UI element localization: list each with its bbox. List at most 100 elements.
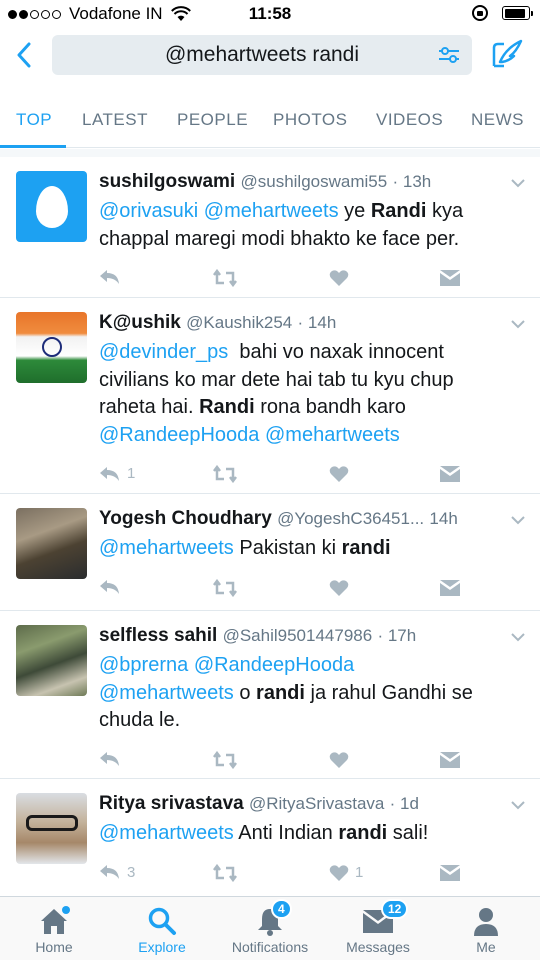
tab-videos[interactable]: VIDEOS bbox=[376, 110, 443, 130]
retweet-button[interactable] bbox=[212, 269, 244, 287]
like-button[interactable] bbox=[329, 579, 355, 597]
tab-news[interactable]: NEWS bbox=[471, 110, 524, 130]
chevron-down-icon[interactable] bbox=[510, 797, 526, 810]
person-icon bbox=[474, 908, 498, 936]
user-handle[interactable]: @YogeshC36451... bbox=[277, 509, 424, 528]
like-button[interactable] bbox=[329, 751, 355, 769]
display-name[interactable]: selfless sahil bbox=[99, 625, 217, 646]
notifications-badge: 4 bbox=[271, 899, 292, 919]
nav-me-label: Me bbox=[476, 939, 496, 955]
search-tabs: TOP LATEST PEOPLE PHOTOS VIDEOS NEWS bbox=[0, 96, 540, 148]
tweet-timestamp: 14h bbox=[429, 509, 458, 528]
tweet-card[interactable]: sushilgoswami @sushilgoswami55 · 13h @ori… bbox=[0, 157, 540, 298]
egg-icon bbox=[35, 185, 68, 228]
compose-tweet-icon[interactable] bbox=[490, 38, 524, 70]
direct-message-button[interactable] bbox=[439, 465, 461, 483]
search-input[interactable]: @mehartweets randi bbox=[52, 35, 472, 75]
tab-top[interactable]: TOP bbox=[16, 110, 52, 130]
tab-photos[interactable]: PHOTOS bbox=[273, 110, 347, 130]
like-button[interactable]: 1 bbox=[329, 864, 363, 882]
mention-link[interactable]: @mehartweets bbox=[99, 537, 234, 559]
mention-link[interactable]: @RandeepHooda bbox=[194, 654, 354, 676]
display-name[interactable]: sushilgoswami bbox=[99, 171, 235, 192]
tweet-text: @devinder_ps bahi vo naxak innocent civil… bbox=[99, 339, 519, 449]
display-name[interactable]: K@ushik bbox=[99, 312, 181, 333]
chevron-down-icon[interactable] bbox=[510, 512, 526, 525]
tweet-text-segment: ja rahul Gandhi se bbox=[304, 681, 473, 704]
mention-link[interactable]: @mehartweets bbox=[265, 424, 400, 446]
tweet-text: @orivasuki @mehartweets ye Randi kya chap… bbox=[99, 198, 519, 253]
nav-notifications-label: Notifications bbox=[231, 939, 309, 955]
mention-link[interactable]: @bprerna bbox=[99, 654, 188, 676]
reply-button[interactable]: 3 bbox=[99, 864, 135, 881]
nav-explore-label: Explore bbox=[138, 939, 186, 955]
user-handle[interactable]: @sushilgoswami55 bbox=[240, 172, 387, 191]
direct-message-button[interactable] bbox=[439, 579, 461, 597]
chevron-down-icon[interactable] bbox=[510, 629, 526, 642]
tweet-header: K@ushik @Kaushik254 · 14h bbox=[99, 312, 500, 334]
reply-button[interactable] bbox=[99, 579, 127, 595]
nav-notifications[interactable]: 4 Notifications bbox=[216, 897, 324, 960]
avatar[interactable] bbox=[16, 312, 87, 383]
rotation-lock-icon bbox=[472, 5, 488, 21]
avatar[interactable] bbox=[16, 508, 87, 579]
mention-link[interactable]: @RandeepHooda bbox=[99, 424, 259, 446]
tweet-text: @bprerna @RandeepHooda @mehartweets o ran… bbox=[99, 652, 519, 735]
user-handle[interactable]: @RityaSrivastava bbox=[249, 794, 384, 813]
display-name[interactable]: Ritya srivastava bbox=[99, 793, 244, 814]
chevron-down-icon[interactable] bbox=[510, 316, 526, 329]
tweet-text-segment: Anti Indian bbox=[233, 822, 339, 844]
avatar[interactable] bbox=[16, 171, 87, 242]
search-match: Randi bbox=[370, 200, 427, 222]
mention-link[interactable]: @devinder_ps bbox=[99, 341, 228, 363]
direct-message-button[interactable] bbox=[439, 269, 461, 287]
like-button[interactable] bbox=[329, 269, 355, 287]
mention-link[interactable]: @mehartweets bbox=[99, 682, 234, 704]
retweet-button[interactable] bbox=[212, 465, 244, 483]
tweet-card[interactable]: Yogesh Choudhary @YogeshC36451... 14h @me… bbox=[0, 494, 540, 611]
mention-link[interactable]: @mehartweets bbox=[99, 822, 234, 844]
avatar[interactable] bbox=[16, 625, 87, 696]
tab-people[interactable]: PEOPLE bbox=[177, 110, 248, 130]
status-bar: Vodafone IN 11:58 bbox=[0, 0, 540, 30]
tweet-actions bbox=[99, 269, 469, 293]
avatar[interactable] bbox=[16, 793, 87, 864]
mention-link[interactable]: @orivasuki bbox=[99, 200, 198, 222]
nav-me[interactable]: Me bbox=[432, 897, 540, 960]
user-handle[interactable]: @Sahil9501447986 bbox=[223, 626, 373, 645]
tweet-timestamp: · 14h bbox=[297, 313, 337, 332]
like-count: 1 bbox=[355, 864, 364, 881]
status-time: 11:58 bbox=[248, 4, 292, 23]
search-match: randi bbox=[338, 822, 388, 844]
tweet-card[interactable]: selfless sahil @Sahil9501447986 · 17h @bp… bbox=[0, 611, 540, 779]
display-name[interactable]: Yogesh Choudhary bbox=[99, 508, 272, 529]
tweet-card[interactable]: K@ushik @Kaushik254 · 14h @devinder_ps ba… bbox=[0, 298, 540, 494]
filter-icon[interactable] bbox=[438, 45, 460, 65]
nav-home[interactable]: Home bbox=[0, 897, 108, 960]
nav-explore[interactable]: Explore bbox=[108, 897, 216, 960]
reply-button[interactable] bbox=[99, 751, 127, 767]
reply-button[interactable]: 1 bbox=[99, 465, 135, 482]
tweet-card[interactable]: Ritya srivastava @RityaSrivastava · 1d @m… bbox=[0, 779, 540, 897]
tweet-actions: 1 bbox=[99, 465, 469, 489]
retweet-button[interactable] bbox=[212, 863, 244, 882]
tweet-timestamp: · 17h bbox=[377, 626, 417, 645]
direct-message-button[interactable] bbox=[439, 751, 461, 769]
tweet-timestamp: · 1d bbox=[389, 794, 419, 813]
tab-latest[interactable]: LATEST bbox=[82, 110, 148, 130]
tweet-text-segment: civilians ko mar dete hai tab tu kyu chu… bbox=[99, 368, 454, 391]
chevron-left-icon bbox=[17, 42, 31, 68]
like-button[interactable] bbox=[329, 465, 355, 483]
reply-button[interactable] bbox=[99, 269, 127, 285]
chevron-down-icon[interactable] bbox=[510, 175, 526, 188]
tweet-text: @mehartweets Pakistan ki randi bbox=[99, 535, 519, 563]
user-handle[interactable]: @Kaushik254 bbox=[186, 313, 292, 332]
battery-icon bbox=[502, 6, 533, 20]
retweet-button[interactable] bbox=[212, 750, 244, 769]
direct-message-button[interactable] bbox=[439, 864, 461, 882]
nav-messages[interactable]: 12 Messages bbox=[324, 897, 432, 960]
retweet-button[interactable] bbox=[212, 578, 244, 597]
mention-link[interactable]: @mehartweets bbox=[204, 200, 339, 222]
back-button[interactable] bbox=[10, 40, 38, 70]
tweet-header: selfless sahil @Sahil9501447986 · 17h bbox=[99, 625, 500, 647]
